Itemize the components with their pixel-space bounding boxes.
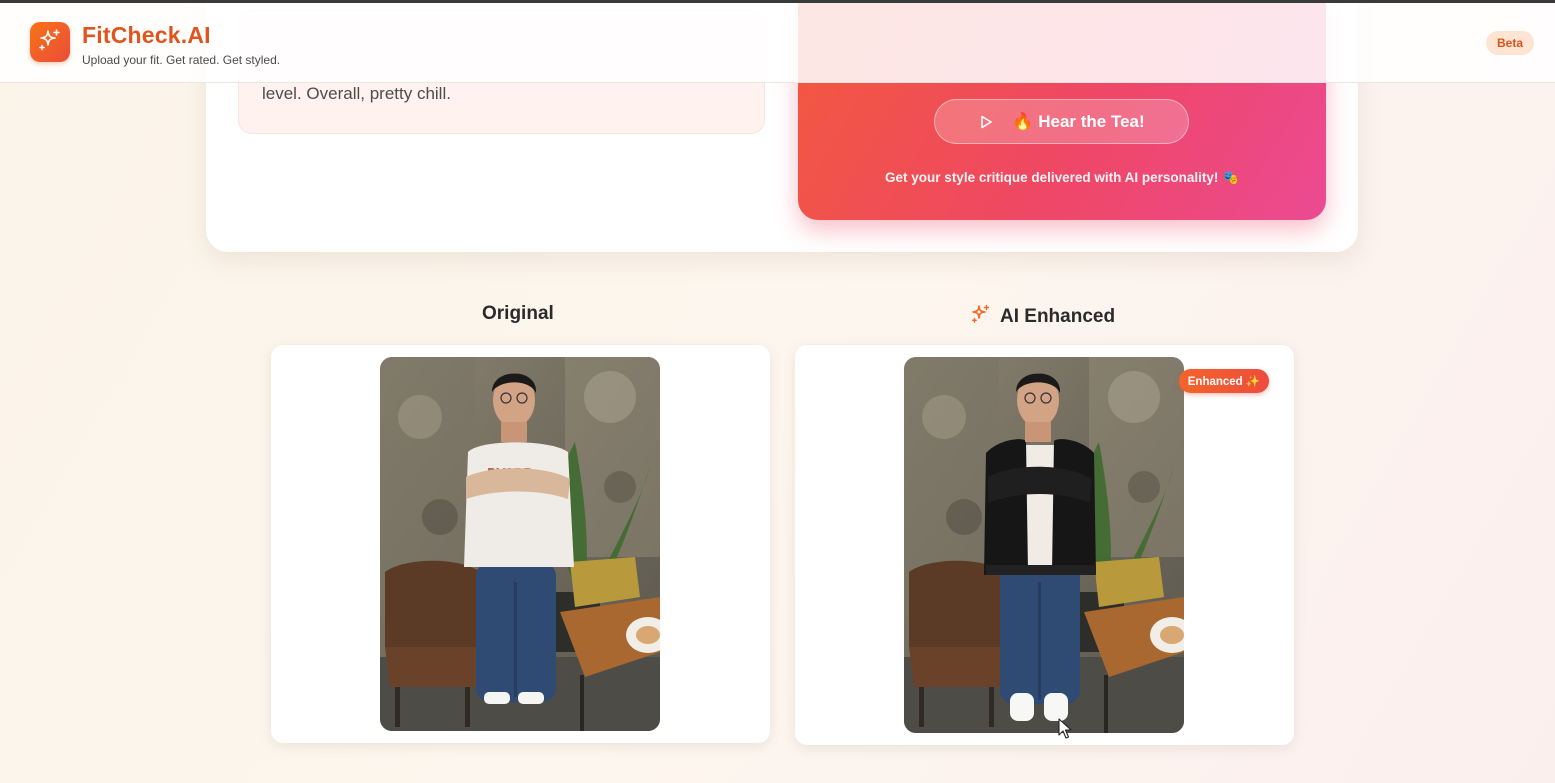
sparkles-icon bbox=[970, 303, 992, 331]
critique-text: level. Overall, pretty chill. bbox=[262, 84, 451, 103]
app-tagline: Upload your fit. Get rated. Get styled. bbox=[82, 53, 281, 67]
tea-caption: Get your style critique delivered with A… bbox=[885, 170, 1239, 185]
original-photo[interactable]: RVARD bbox=[380, 357, 660, 731]
ai-enhanced-title-text: AI Enhanced bbox=[1000, 306, 1116, 327]
enhanced-badge: Enhanced ✨ bbox=[1179, 369, 1269, 393]
sparkles-icon bbox=[37, 27, 63, 58]
window-top-border bbox=[0, 0, 1555, 3]
hear-the-tea-button[interactable]: 🔥 Hear the Tea! bbox=[934, 99, 1189, 144]
original-title: Original bbox=[482, 303, 554, 325]
mouse-cursor-icon bbox=[1058, 718, 1072, 745]
app-header: FitCheck.AI Upload your fit. Get rated. … bbox=[0, 3, 1555, 83]
app-logo[interactable] bbox=[30, 22, 70, 62]
app-title: FitCheck.AI bbox=[82, 22, 211, 48]
hear-the-tea-label: 🔥 Hear the Tea! bbox=[1012, 111, 1145, 131]
beta-badge: Beta bbox=[1486, 31, 1534, 55]
ai-enhanced-title: AI Enhanced bbox=[970, 303, 1115, 331]
enhanced-photo[interactable] bbox=[904, 357, 1184, 733]
play-icon bbox=[978, 114, 994, 130]
original-title-text: Original bbox=[482, 303, 554, 324]
